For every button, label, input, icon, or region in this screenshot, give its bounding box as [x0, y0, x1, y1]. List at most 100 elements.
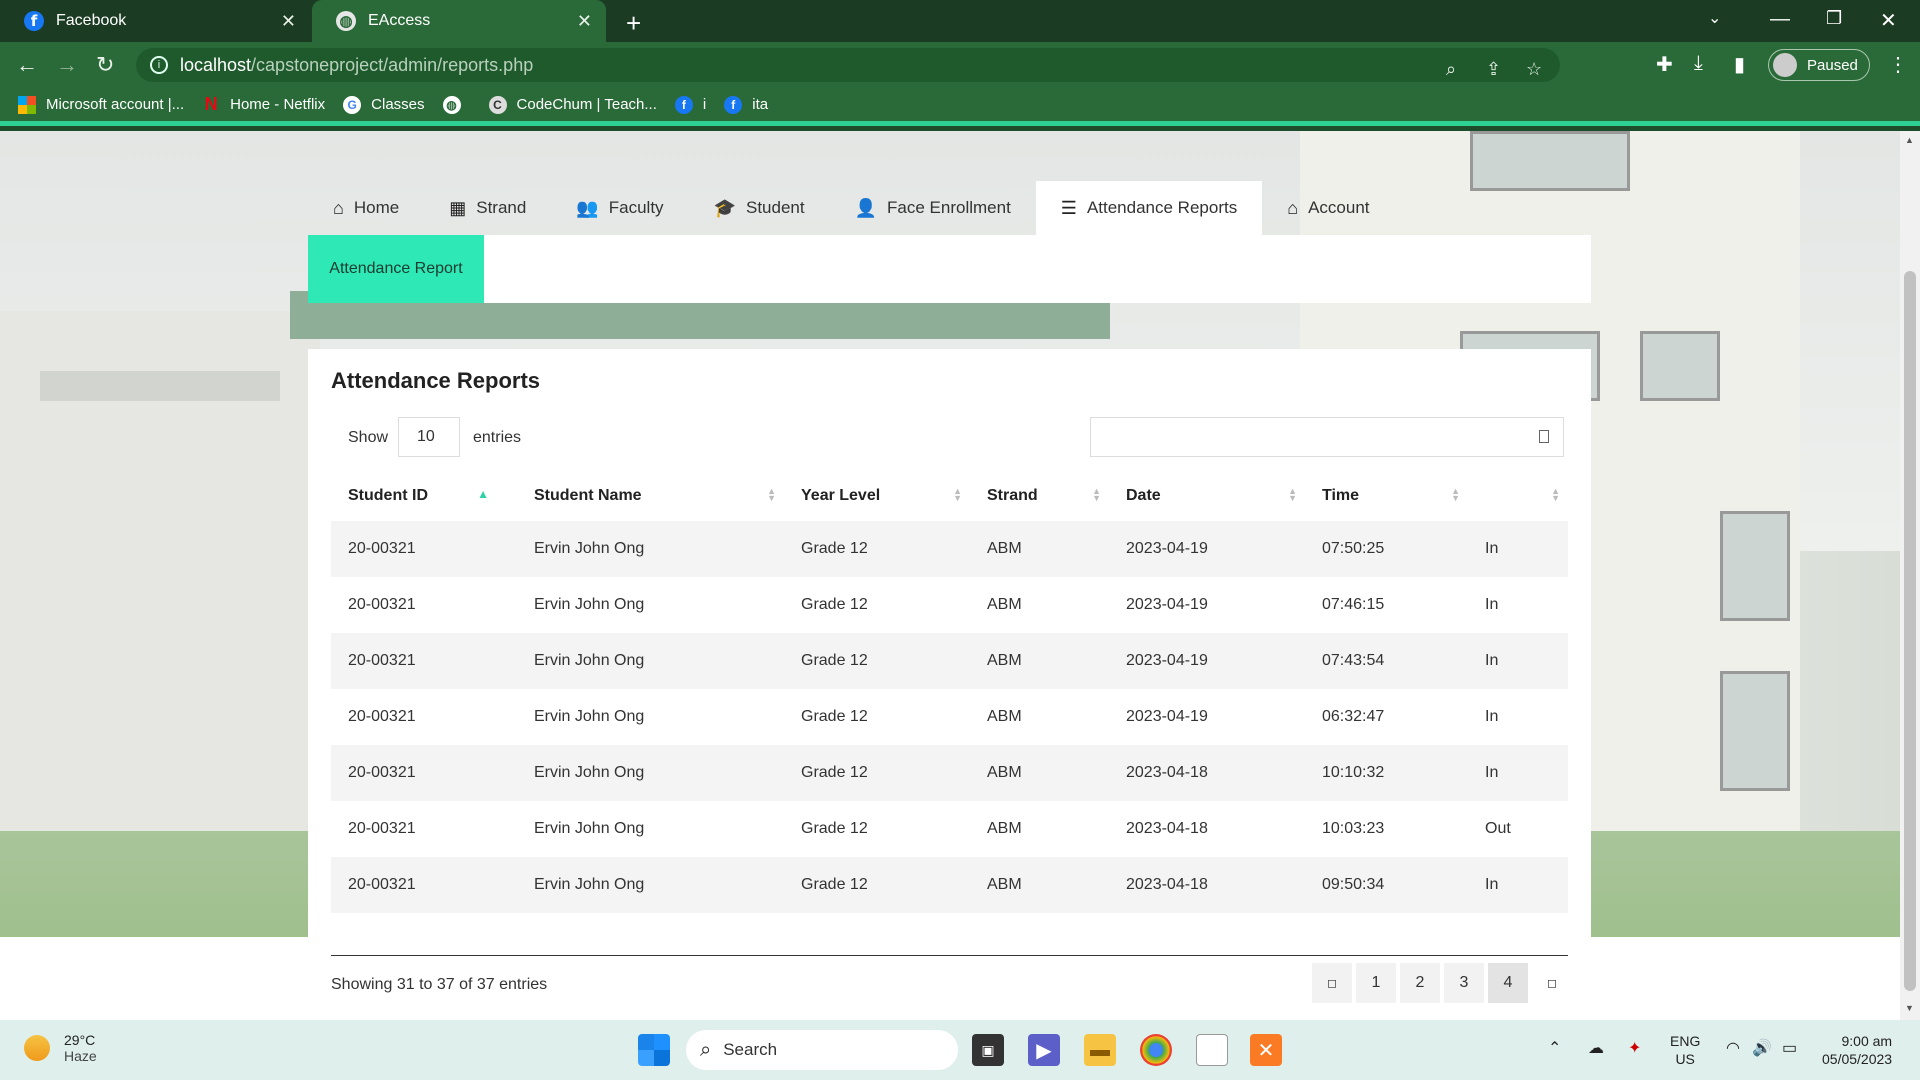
entries-select[interactable]: 10: [398, 417, 460, 457]
restore-icon[interactable]: ❐: [1826, 8, 1842, 29]
download-icon[interactable]: ⤓: [1694, 52, 1703, 75]
cell-time: 07:46:15: [1322, 596, 1385, 613]
column-header-status[interactable]: ▲ ▼: [1468, 471, 1568, 521]
column-label: Time: [1322, 487, 1360, 504]
file-explorer-icon[interactable]: ▬: [1084, 1034, 1116, 1066]
table-row: 20-00321 Ervin John Ong Grade 12 ABM 202…: [331, 801, 1568, 857]
forward-icon[interactable]: →: [56, 52, 78, 78]
url-path: /capstoneproject/admin/reports.php: [251, 54, 534, 75]
chart-icon: ☰: [1060, 197, 1077, 218]
tray-app-icon[interactable]: ✦: [1628, 1038, 1641, 1058]
onedrive-icon[interactable]: ☁: [1588, 1038, 1604, 1058]
minimize-icon[interactable]: —: [1770, 8, 1790, 31]
column-header-strand[interactable]: Strand ▲ ▼: [970, 471, 1109, 521]
nav-account[interactable]: ⌂ Account: [1262, 181, 1394, 235]
bookmark-facebook-ita[interactable]: f ita: [724, 95, 768, 114]
notepad-icon[interactable]: [1196, 1034, 1228, 1066]
page-scrollbar[interactable]: ▲ ▼: [1900, 131, 1920, 1020]
chrome-icon[interactable]: [1140, 1034, 1172, 1066]
close-tab-icon[interactable]: ✕: [577, 11, 592, 32]
bookmark-netflix[interactable]: N Home - Netflix: [202, 94, 326, 114]
wifi-icon[interactable]: ◠: [1726, 1038, 1740, 1058]
nav-face-enrollment[interactable]: 👤 Face Enrollment: [830, 181, 1036, 235]
cell-year-level: Grade 12: [801, 764, 868, 781]
bookmark-facebook-i[interactable]: f i: [674, 95, 706, 114]
scroll-down-icon[interactable]: ▼: [1905, 1003, 1914, 1013]
star-icon[interactable]: ☆: [1526, 59, 1542, 80]
scroll-thumb[interactable]: [1904, 271, 1916, 991]
nav-label: Face Enrollment: [887, 198, 1011, 217]
cell-strand: ABM: [987, 652, 1022, 669]
cell-time: 10:10:32: [1322, 764, 1385, 781]
extensions-icon[interactable]: ✚: [1656, 52, 1673, 77]
clock-date: 05/05/2023: [1822, 1051, 1893, 1067]
close-tab-icon[interactable]: ✕: [281, 11, 296, 32]
bookmark-globe[interactable]: ◍: [442, 95, 471, 114]
language-indicator[interactable]: ENG US: [1670, 1032, 1700, 1068]
teams-icon[interactable]: ▶: [1028, 1034, 1060, 1066]
taskbar: 29°C Haze ⌕ Search ▣ ▶ ▬ ✕ ⌃ ☁ ✦ ENG US …: [0, 1020, 1920, 1080]
page-button-1[interactable]: 1: [1356, 963, 1396, 1003]
browser-tab-strip: f Facebook ✕ ◍ EAccess ✕ + ⌄ — ❐ ✕: [0, 0, 1920, 42]
user-plus-icon: 👤: [854, 197, 878, 218]
nav-attendance-reports[interactable]: ☰ Attendance Reports: [1035, 181, 1263, 235]
nav-label: Student: [745, 198, 805, 217]
browser-tab-facebook[interactable]: f Facebook ✕: [0, 0, 310, 42]
column-header-time[interactable]: Time ▲ ▼: [1305, 471, 1468, 521]
share-icon[interactable]: ⇪: [1486, 59, 1501, 80]
sort-asc-icon: ▲: [477, 487, 489, 501]
nav-student[interactable]: 🎓 Student: [689, 181, 830, 235]
bookmark-microsoft[interactable]: Microsoft account |...: [18, 95, 184, 114]
subnav-attendance-report[interactable]: Attendance Report: [308, 235, 484, 303]
background-window: [1720, 671, 1790, 791]
column-header-student-id[interactable]: Student ID ▲: [331, 471, 517, 521]
start-icon[interactable]: [638, 1034, 670, 1066]
window-close-icon[interactable]: ✕: [1880, 8, 1897, 33]
cell-status: Out: [1485, 820, 1511, 837]
column-header-date[interactable]: Date ▲ ▼: [1109, 471, 1305, 521]
bookmark-classes[interactable]: G Classes: [343, 95, 425, 114]
next-page-button[interactable]: ◻: [1532, 963, 1572, 1003]
scroll-up-icon[interactable]: ▲: [1905, 135, 1914, 145]
task-view-icon[interactable]: ▣: [972, 1034, 1004, 1066]
nav-strand[interactable]: ▦ Strand: [424, 181, 551, 235]
cell-strand: ABM: [987, 876, 1022, 893]
address-bar[interactable]: i localhost /capstoneproject/admin/repor…: [136, 48, 1560, 82]
table-header-row: Student ID ▲ Student Name ▲ ▼ Year Level …: [331, 471, 1568, 521]
page-button-3[interactable]: 3: [1444, 963, 1484, 1003]
nav-home[interactable]: ⌂ Home: [308, 181, 424, 235]
previous-page-button[interactable]: ◻: [1312, 963, 1352, 1003]
cell-student-id: 20-00321: [348, 708, 416, 725]
tray-overflow-icon[interactable]: ⌃: [1548, 1038, 1561, 1058]
menu-icon[interactable]: ⋮: [1888, 52, 1908, 77]
system-clock[interactable]: 9:00 am 05/05/2023: [1822, 1032, 1892, 1068]
browser-tab-eaccess[interactable]: ◍ EAccess ✕: [312, 0, 606, 42]
column-header-student-name[interactable]: Student Name ▲ ▼: [517, 471, 784, 521]
nav-faculty[interactable]: 👥 Faculty: [551, 181, 688, 235]
volume-icon[interactable]: 🔊: [1752, 1038, 1772, 1058]
weather-widget[interactable]: 29°C Haze: [24, 1032, 97, 1064]
clock-time: 9:00 am: [1841, 1033, 1893, 1049]
new-tab-button[interactable]: +: [626, 8, 641, 39]
bookmark-codechum[interactable]: C CodeChum | Teach...: [488, 95, 657, 114]
google-icon: G: [343, 95, 362, 114]
xampp-icon[interactable]: ✕: [1250, 1034, 1282, 1066]
profile-button[interactable]: Paused: [1768, 49, 1870, 81]
reload-icon[interactable]: ↻: [96, 52, 114, 78]
taskbar-search[interactable]: ⌕ Search: [686, 1030, 958, 1070]
page-button-4[interactable]: 4: [1488, 963, 1528, 1003]
cell-status: In: [1485, 764, 1499, 781]
tab-search-icon[interactable]: ⌄: [1708, 8, 1721, 28]
column-header-year-level[interactable]: Year Level ▲ ▼: [784, 471, 970, 521]
column-label: Student ID: [348, 487, 428, 504]
battery-icon[interactable]: ▭: [1782, 1038, 1797, 1058]
search-input[interactable]: [1090, 417, 1564, 457]
cell-year-level: Grade 12: [801, 876, 868, 893]
page-button-2[interactable]: 2: [1400, 963, 1440, 1003]
zoom-icon[interactable]: ⌕: [1446, 59, 1456, 80]
back-icon[interactable]: ←: [16, 52, 38, 78]
sort-icon: ▲ ▼: [1288, 486, 1297, 503]
cell-student-id: 20-00321: [348, 876, 416, 893]
site-info-icon[interactable]: i: [150, 56, 168, 74]
side-panel-icon[interactable]: ▮: [1734, 52, 1745, 77]
